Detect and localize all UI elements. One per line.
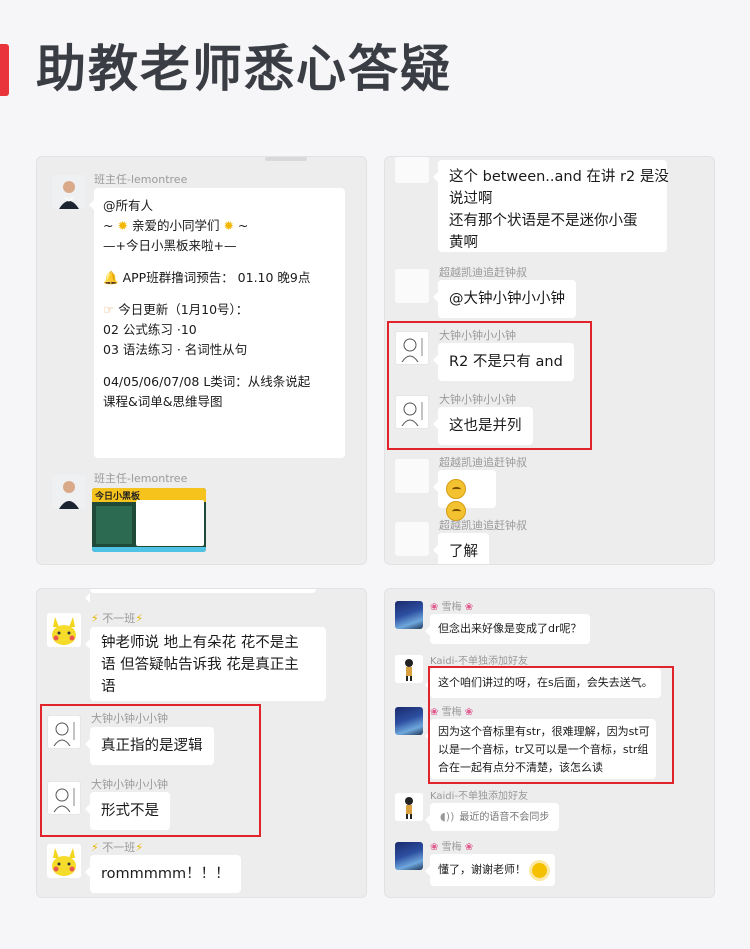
avatar-kaidi[interactable] <box>395 793 423 821</box>
pointing-hand-icon: ☞ <box>103 302 115 317</box>
sender-name: 超越凯迪追赶钟叔 <box>439 266 527 279</box>
message-bubble[interactable]: 这个 between..and 在讲 r2 是没 说过啊 还有那个状语是不是迷你… <box>433 160 669 252</box>
sun-emoji-icon <box>532 862 547 878</box>
message-bubble[interactable]: 钟老师说 地上有朵花 花不是主 语 但答疑帖告诉我 花是真正主 语 <box>85 627 326 701</box>
voice-icon: ◖)) <box>440 810 455 823</box>
emoji-icon <box>446 479 466 499</box>
avatar-teacher[interactable] <box>52 475 86 509</box>
sender-name: Kaidi-不单独添加好友 <box>430 656 529 667</box>
flower-icon: ❀ <box>464 602 474 613</box>
message-line: 课程&词单&思维导图 <box>103 394 223 409</box>
sender-name: ❀ 雪梅 ❀ <box>430 602 474 613</box>
sender-name: 班主任-lemontree <box>94 173 188 186</box>
flower-icon: ❀ <box>430 602 439 613</box>
flower-icon: ❀ <box>464 842 474 853</box>
header-accent-bar <box>0 44 9 96</box>
avatar-student[interactable] <box>395 459 429 493</box>
highlight-box <box>40 704 261 837</box>
emoji-message-bubble[interactable] <box>433 470 496 521</box>
bell-icon: 🔔 <box>103 270 119 285</box>
sender-name: ⚡ 不一班⚡ <box>91 612 143 625</box>
avatar-space[interactable] <box>395 601 423 629</box>
sender-name: ⚡ 不一班⚡ <box>91 841 143 854</box>
message-line: @所有人 <box>103 198 154 213</box>
star-icon: ✹ <box>117 218 128 233</box>
message-bubble[interactable]: rommmmm！！！ <box>85 855 241 893</box>
flower-icon: ❀ <box>430 842 439 853</box>
message-bubble-cut[interactable] <box>85 589 316 603</box>
message-line: 🔔 APP班群撸词预告： 01.10 晚9点 <box>103 270 311 285</box>
lightning-icon: ⚡ <box>91 841 99 854</box>
chat-panel-qa-2: ⚡ 不一班⚡ 钟老师说 地上有朵花 花不是主 语 但答疑帖告诉我 花是真正主 语… <box>36 588 367 898</box>
message-line: 02 公式练习 ·10 <box>103 322 197 337</box>
star-icon: ✹ <box>223 218 234 233</box>
lightning-icon: ⚡ <box>91 612 99 625</box>
message-line: 03 语法练习 · 名词性从句 <box>103 342 248 357</box>
chat-panel-announcement: 班主任-lemontree @所有人 ~ ✹ 亲爱的小同学们 ✹ ~ —+今日小… <box>36 156 367 565</box>
image-title: 今日小黑板 <box>95 492 141 502</box>
avatar-student[interactable] <box>395 269 429 303</box>
voice-message-bubble[interactable]: ◖)) 最近的语音不会同步 <box>424 803 560 831</box>
message-line: —+今日小黑板来啦+— <box>103 238 237 253</box>
avatar-space[interactable] <box>395 842 423 870</box>
avatar-kaidi[interactable] <box>395 655 423 683</box>
message-bubble[interactable]: 懂了，谢谢老师！ <box>425 854 555 886</box>
avatar-student[interactable] <box>395 157 429 183</box>
chat-panel-qa-1: 这个 between..and 在讲 r2 是没 说过啊 还有那个状语是不是迷你… <box>384 156 715 565</box>
message-line: ☞ 今日更新（1月10号）： <box>103 302 249 317</box>
chat-panel-pronunciation: ❀ 雪梅 ❀ 但念出来好像是变成了dr呢？ Kaidi-不单独添加好友 这个咱们… <box>384 588 715 898</box>
highlight-box <box>387 321 592 450</box>
sender-name: 班主任-lemontree <box>94 472 188 485</box>
image-message-thumbnail[interactable]: 今日小黑板 <box>92 488 206 552</box>
message-bubble[interactable]: 了解 <box>433 533 489 564</box>
scroll-indicator <box>265 157 307 161</box>
sender-name: ❀ 雪梅 ❀ <box>430 842 474 853</box>
page-title: 助教老师悉心答疑 <box>36 40 452 98</box>
avatar-teacher[interactable] <box>52 175 86 209</box>
message-line: 04/05/06/07/08 L类词：从线条说起 <box>103 374 311 389</box>
message-line: ~ ✹ 亲爱的小同学们 ✹ ~ <box>103 218 249 233</box>
sender-name: 超越凯迪追赶钟叔 <box>439 519 527 532</box>
avatar-student[interactable] <box>395 522 429 556</box>
lightning-icon: ⚡ <box>135 841 143 854</box>
highlight-box <box>428 666 674 784</box>
sender-name: Kaidi-不单独添加好友 <box>430 791 529 802</box>
lightning-icon: ⚡ <box>135 612 143 625</box>
avatar-pikachu[interactable] <box>47 844 81 878</box>
message-bubble[interactable]: 但念出来好像是变成了dr呢？ <box>425 614 590 644</box>
avatar-pikachu[interactable] <box>47 613 81 647</box>
message-bubble[interactable]: @大钟小钟小小钟 <box>433 280 576 318</box>
sender-name: 超越凯迪追赶钟叔 <box>439 456 527 469</box>
message-bubble[interactable]: @所有人 ~ ✹ 亲爱的小同学们 ✹ ~ —+今日小黑板来啦+— 🔔 APP班群… <box>89 188 345 458</box>
avatar-space[interactable] <box>395 707 423 735</box>
